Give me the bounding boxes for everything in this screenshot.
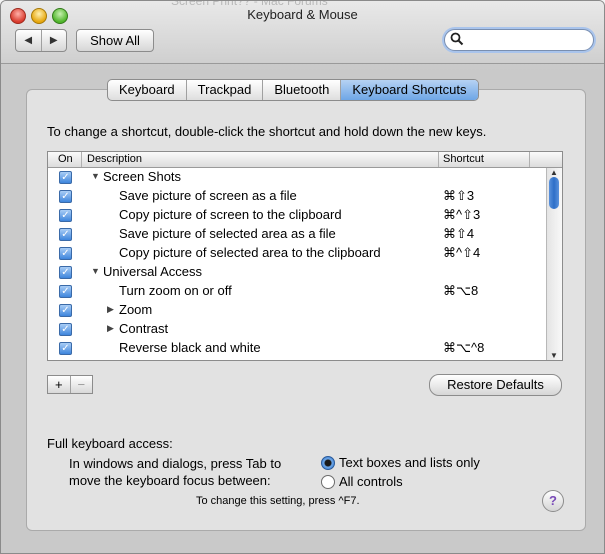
table-row[interactable]: ✓ Copy picture of selected area to the cl… — [48, 244, 546, 263]
navigation-buttons: ◀ ▶ — [15, 29, 67, 52]
description-line: move the keyboard focus between: — [69, 473, 271, 488]
scrollbar-thumb[interactable] — [549, 177, 559, 209]
row-shortcut[interactable]: ⌘⌥^8 — [443, 340, 484, 356]
keyboard-access-hint: To change this setting, press ^F7. — [196, 495, 360, 507]
column-divider — [81, 152, 82, 167]
disclosure-closed-icon[interactable]: ▶ — [107, 323, 114, 334]
help-button[interactable]: ? — [542, 490, 564, 512]
column-header-shortcut[interactable]: Shortcut — [443, 153, 484, 165]
preferences-window: Screen Print?? - Mac Forums Keyboard & M… — [0, 0, 605, 554]
column-header-description[interactable]: Description — [87, 153, 142, 165]
title-bar: Screen Print?? - Mac Forums Keyboard & M… — [1, 1, 604, 64]
table-row[interactable]: ✓ Reverse black and white ⌘⌥^8 — [48, 339, 546, 358]
tab-keyboard-shortcuts[interactable]: Keyboard Shortcuts — [341, 80, 478, 100]
table-row[interactable]: ✓ ▶ Zoom — [48, 301, 546, 320]
row-checkbox[interactable]: ✓ — [59, 209, 72, 222]
row-shortcut[interactable]: ⌘⌥8 — [443, 283, 478, 299]
search-input[interactable] — [444, 29, 594, 51]
table-row[interactable]: ✓ Save picture of screen as a file ⌘⇧3 — [48, 187, 546, 206]
row-checkbox[interactable]: ✓ — [59, 285, 72, 298]
disclosure-closed-icon[interactable]: ▶ — [107, 304, 114, 315]
row-description: Save picture of selected area as a file — [119, 226, 336, 241]
column-divider — [529, 152, 530, 167]
row-description: Copy picture of screen to the clipboard — [119, 207, 342, 222]
disclosure-open-icon[interactable]: ▼ — [91, 266, 100, 276]
keyboard-access-description: In windows and dialogs, press Tab to mov… — [69, 455, 281, 489]
forward-button[interactable]: ▶ — [42, 30, 67, 51]
row-description: Copy picture of selected area to the cli… — [119, 245, 381, 260]
search-icon — [450, 32, 464, 46]
table-row[interactable]: ✓ ▼ Universal Access — [48, 263, 546, 282]
scroll-up-icon[interactable]: ▲ — [550, 168, 558, 177]
row-shortcut[interactable]: ⌘^⇧4 — [443, 245, 480, 261]
row-checkbox[interactable]: ✓ — [59, 190, 72, 203]
column-divider — [438, 152, 439, 167]
instruction-text: To change a shortcut, double-click the s… — [47, 124, 487, 139]
add-shortcut-button[interactable]: + — [48, 376, 71, 393]
radio-label-all-controls[interactable]: All controls — [339, 474, 403, 489]
radio-text-boxes-and-lists[interactable] — [321, 456, 335, 470]
table-rows: ✓ ▼ Screen Shots ✓ Save picture of screen as… — [48, 168, 546, 358]
table-row[interactable]: ✓ Copy picture of screen to the clipboard… — [48, 206, 546, 225]
tab-trackpad[interactable]: Trackpad — [187, 80, 264, 100]
window-title: Keyboard & Mouse — [247, 7, 358, 22]
shortcuts-table: On Description Shortcut ✓ ▼ Screen Shots ✓ S… — [47, 151, 563, 361]
row-checkbox[interactable]: ✓ — [59, 304, 72, 317]
row-description: Reverse black and white — [119, 340, 261, 355]
row-shortcut[interactable]: ⌘^⇧3 — [443, 207, 480, 223]
row-shortcut[interactable]: ⌘⇧4 — [443, 226, 474, 242]
row-shortcut[interactable]: ⌘⇧3 — [443, 188, 474, 204]
scroll-down-icon[interactable]: ▼ — [550, 351, 558, 360]
row-description: Contrast — [119, 321, 169, 336]
row-description: Zoom — [119, 302, 153, 317]
table-row[interactable]: ✓ ▶ Contrast — [48, 320, 546, 339]
table-row[interactable]: ✓ Turn zoom on or off ⌘⌥8 — [48, 282, 546, 301]
full-keyboard-access-label: Full keyboard access: — [47, 436, 173, 451]
description-line: In windows and dialogs, press Tab to — [69, 456, 282, 471]
row-description: Turn zoom on or off — [119, 283, 232, 298]
tab-keyboard[interactable]: Keyboard — [108, 80, 187, 100]
restore-defaults-button[interactable]: Restore Defaults — [429, 374, 562, 396]
table-row[interactable]: ✓ Save picture of selected area as a file… — [48, 225, 546, 244]
row-description: Screen Shots — [103, 169, 182, 184]
table-header: On Description Shortcut — [48, 152, 562, 168]
vertical-scrollbar[interactable]: ▲ ▼ — [546, 168, 562, 360]
tab-bar: Keyboard Trackpad Bluetooth Keyboard Sho… — [107, 79, 479, 101]
disclosure-open-icon[interactable]: ▼ — [91, 171, 100, 181]
radio-all-controls[interactable] — [321, 475, 335, 489]
row-checkbox[interactable]: ✓ — [59, 323, 72, 336]
table-row[interactable]: ✓ ▼ Screen Shots — [48, 168, 546, 187]
tab-bluetooth[interactable]: Bluetooth — [263, 80, 342, 100]
row-description: Universal Access — [103, 264, 202, 279]
row-checkbox[interactable]: ✓ — [59, 342, 72, 355]
row-checkbox[interactable]: ✓ — [59, 247, 72, 260]
row-checkbox[interactable]: ✓ — [59, 266, 72, 279]
back-button[interactable]: ◀ — [16, 30, 42, 51]
add-remove-buttons: + − — [47, 375, 93, 394]
row-description: Save picture of screen as a file — [119, 188, 297, 203]
remove-shortcut-button[interactable]: − — [71, 376, 93, 393]
show-all-button[interactable]: Show All — [76, 29, 154, 52]
column-header-on[interactable]: On — [58, 153, 73, 165]
radio-label-text-boxes[interactable]: Text boxes and lists only — [339, 455, 480, 470]
row-checkbox[interactable]: ✓ — [59, 171, 72, 184]
row-checkbox[interactable]: ✓ — [59, 228, 72, 241]
